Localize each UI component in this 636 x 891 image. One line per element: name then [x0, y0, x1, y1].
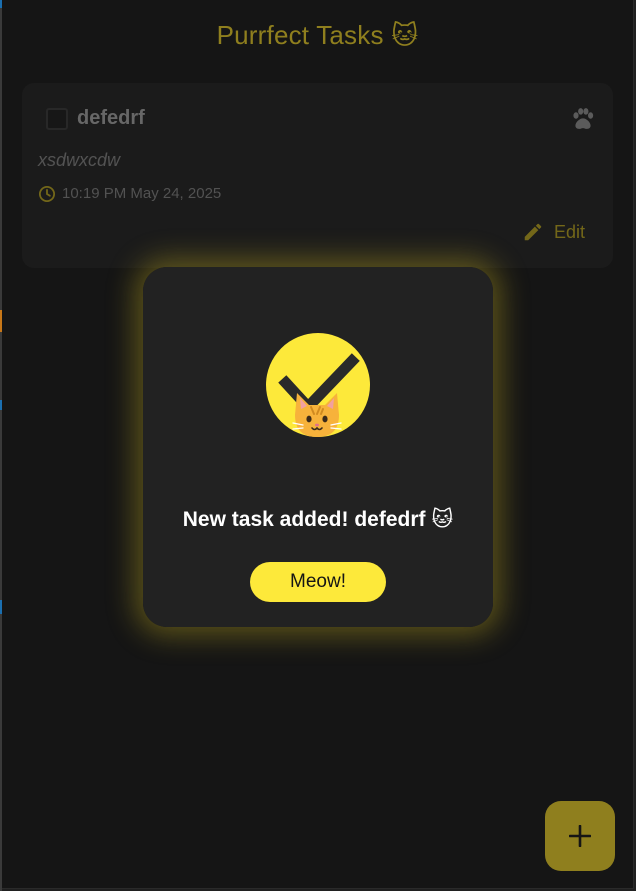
dialog-message: New task added! defedrf 🐱: [182, 508, 454, 531]
task-checkbox[interactable]: [46, 108, 68, 130]
task-card[interactable]: defedrf xsdwxcdw 10:19 PM May 24, 2025 E…: [22, 83, 613, 268]
edit-label: Edit: [553, 221, 585, 242]
plus-icon: [569, 825, 591, 847]
task-added-dialog: New task added! defedrf 🐱 Meow!: [143, 267, 493, 627]
edit-button[interactable]: Edit: [522, 221, 585, 243]
task-timestamp: 10:19 PM May 24, 2025: [62, 185, 222, 202]
paw-icon: [573, 108, 594, 129]
pencil-icon: [524, 223, 542, 241]
add-task-button[interactable]: [545, 801, 615, 871]
cat-face-icon: [292, 393, 342, 437]
app-title: Purrfect Tasks 🐱: [216, 20, 419, 50]
meow-button[interactable]: Meow!: [250, 562, 386, 602]
task-title: defedrf: [77, 107, 145, 129]
clock-icon: [38, 185, 56, 203]
task-description: xsdwxcdw: [38, 150, 121, 170]
